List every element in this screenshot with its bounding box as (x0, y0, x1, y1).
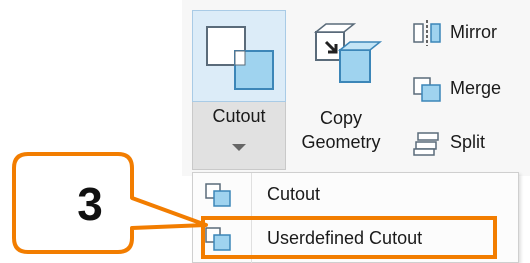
cutout-button-main[interactable] (192, 10, 286, 102)
split-button[interactable]: Split (410, 126, 530, 162)
split-icon (413, 132, 439, 156)
merge-icon (413, 77, 441, 102)
cutout-icon (205, 183, 231, 207)
merge-button[interactable]: Merge (410, 72, 530, 108)
copy-geometry-label-line2: Geometry (301, 132, 381, 152)
step-number: 3 (77, 178, 103, 230)
mirror-button[interactable]: Mirror (410, 16, 530, 52)
copy-geometry-icon (313, 23, 383, 83)
copy-geometry-button[interactable]: Copy Geometry (292, 10, 390, 170)
menu-item-cutout-label: Cutout (267, 184, 321, 204)
cutout-button-label: Cutout (212, 106, 266, 126)
copy-geometry-label: Copy Geometry (292, 106, 390, 154)
chevron-down-icon (232, 144, 246, 151)
highlight-frame (201, 216, 497, 259)
merge-label: Merge (450, 78, 502, 98)
mirror-label: Mirror (450, 22, 497, 42)
copy-geometry-label-line1: Copy (319, 108, 363, 128)
cutout-large-icon (206, 26, 274, 90)
menu-item-cutout[interactable]: Cutout (193, 175, 520, 215)
split-label: Split (450, 132, 486, 152)
cutout-split-button[interactable]: Cutout (192, 10, 286, 170)
mirror-icon (413, 20, 441, 46)
